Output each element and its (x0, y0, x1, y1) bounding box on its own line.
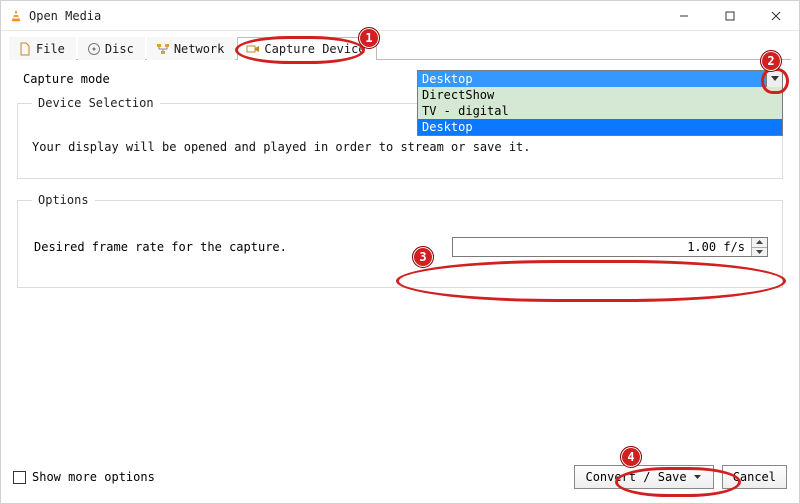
tabs: File Disc Network Capture Device (9, 37, 791, 60)
frame-rate-input[interactable] (453, 238, 751, 256)
capture-icon (246, 42, 260, 56)
dropdown-option[interactable]: DirectShow (418, 87, 782, 103)
tab-capture-device[interactable]: Capture Device (237, 37, 376, 60)
disc-icon (87, 42, 101, 56)
cancel-button[interactable]: Cancel (722, 465, 787, 489)
titlebar: Open Media (1, 1, 799, 31)
tab-disc[interactable]: Disc (78, 37, 145, 60)
capture-mode-label: Capture mode (17, 72, 417, 86)
convert-save-button[interactable]: Convert / Save (574, 465, 713, 489)
tab-label: File (36, 42, 65, 56)
capture-mode-dropdown[interactable]: Desktop DirectShow TV - digital Desktop (417, 70, 783, 88)
options-legend: Options (32, 193, 95, 207)
frame-rate-spinner[interactable] (452, 237, 768, 257)
dropdown-arrow[interactable] (766, 71, 782, 87)
device-message: Your display will be opened and played i… (32, 140, 768, 154)
window-title: Open Media (29, 9, 661, 23)
tab-body: Capture mode Desktop DirectShow TV - dig… (9, 59, 791, 310)
minimize-button[interactable] (661, 1, 707, 31)
app-logo (9, 9, 23, 23)
capture-mode-row: Capture mode Desktop DirectShow TV - dig… (17, 70, 783, 88)
spinner-down[interactable] (752, 247, 767, 257)
tab-file[interactable]: File (9, 37, 76, 60)
file-icon (18, 42, 32, 56)
dropdown-option[interactable]: TV - digital (418, 103, 782, 119)
footer: Show more options Convert / Save Cancel (13, 465, 787, 489)
frame-rate-row: Desired frame rate for the capture. (32, 237, 768, 257)
dropdown-list: DirectShow TV - digital Desktop (417, 87, 783, 136)
show-more-label: Show more options (32, 470, 155, 484)
dropdown-selected: Desktop (418, 71, 766, 87)
tab-network[interactable]: Network (147, 37, 236, 60)
close-button[interactable] (753, 1, 799, 31)
show-more-checkbox[interactable] (13, 471, 26, 484)
options-fieldset: Options Desired frame rate for the captu… (17, 193, 783, 288)
open-media-window: Open Media File Disc Network Capture Dev… (0, 0, 800, 504)
frame-rate-label: Desired frame rate for the capture. (32, 240, 452, 254)
tab-label: Network (174, 42, 225, 56)
spinner-up[interactable] (752, 238, 767, 247)
network-icon (156, 42, 170, 56)
dropdown-option[interactable]: Desktop (418, 119, 782, 135)
device-selection-legend: Device Selection (32, 96, 160, 110)
tab-label: Disc (105, 42, 134, 56)
maximize-button[interactable] (707, 1, 753, 31)
tab-label: Capture Device (264, 42, 365, 56)
dropdown-caret-icon (693, 475, 703, 479)
cancel-label: Cancel (733, 470, 776, 484)
convert-save-label: Convert / Save (585, 470, 686, 484)
